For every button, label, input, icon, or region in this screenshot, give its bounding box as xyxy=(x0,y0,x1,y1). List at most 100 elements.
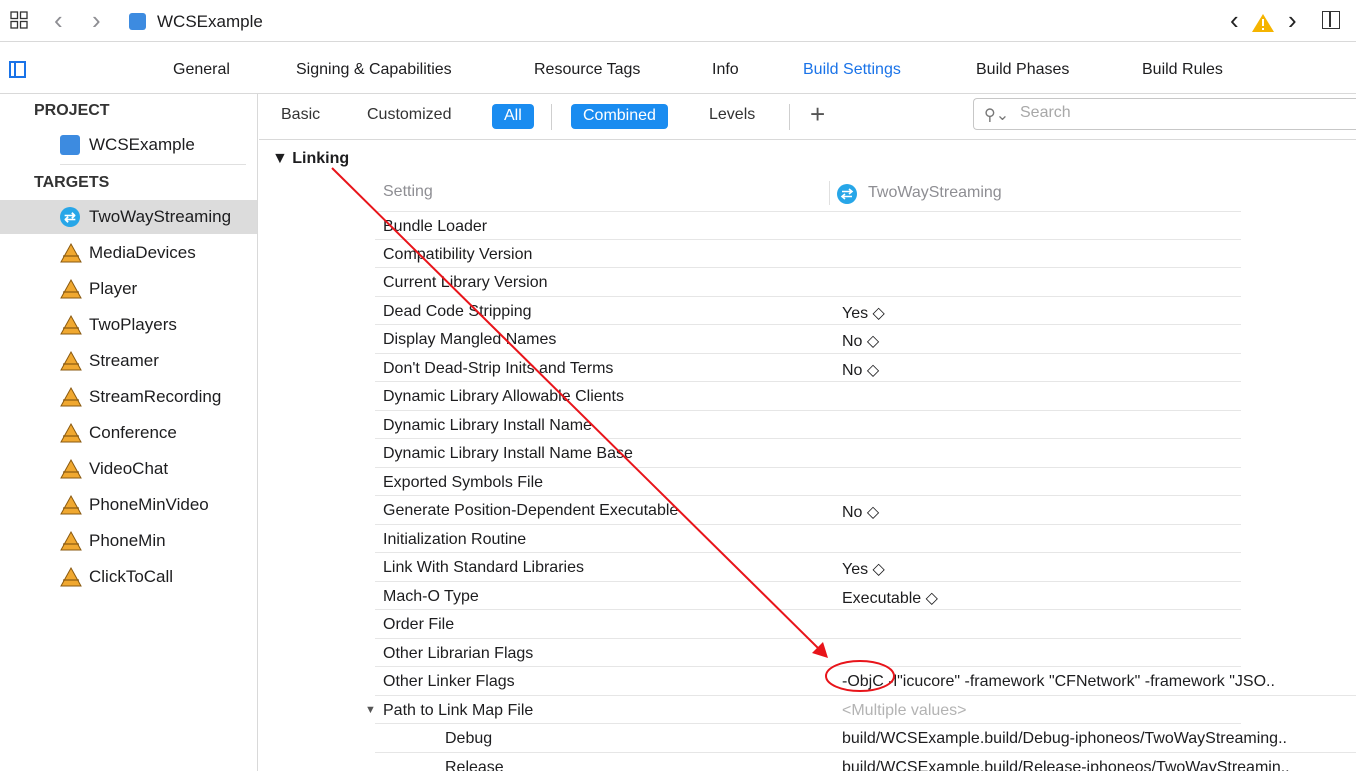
filter-customized-button[interactable]: Customized xyxy=(367,106,451,124)
setting-row[interactable]: Link With Standard Libraries Yes ◇ xyxy=(375,553,1241,582)
tab-build-phases[interactable]: Build Phases xyxy=(976,61,1069,79)
tab-build-settings[interactable]: Build Settings xyxy=(803,61,901,79)
target-item[interactable]: PhoneMinVideo xyxy=(0,488,257,522)
back-chevron-icon[interactable]: ‹ xyxy=(54,7,63,33)
setting-row[interactable]: Don't Dead-Strip Inits and Terms No ◇ xyxy=(375,354,1241,382)
app-target-icon xyxy=(60,495,82,515)
setting-name: Display Mangled Names xyxy=(383,331,557,348)
setting-value[interactable]: Executable ◇ xyxy=(842,588,938,608)
sidebar-toggle-icon[interactable] xyxy=(9,61,26,78)
project-file-icon xyxy=(129,13,146,30)
related-items-grid-icon[interactable] xyxy=(10,11,28,29)
setting-row[interactable]: Current Library Version xyxy=(375,268,1241,297)
setting-row[interactable]: Bundle Loader xyxy=(375,211,1241,240)
app-target-icon xyxy=(60,279,82,299)
setting-row[interactable]: ▼ Path to Link Map File <Multiple values> xyxy=(365,696,1241,724)
add-editor-icon[interactable] xyxy=(1322,11,1340,29)
filter-levels-button[interactable]: Levels xyxy=(709,106,755,124)
setting-row[interactable]: Initialization Routine xyxy=(375,525,1241,553)
setting-row[interactable]: Dead Code Stripping Yes ◇ xyxy=(375,297,1241,325)
editor-tab-bar: General Signing & Capabilities Resource … xyxy=(0,42,1356,94)
targets-section-header: TARGETS xyxy=(34,174,110,191)
two-way-target-icon xyxy=(837,184,857,204)
linking-section-header[interactable]: ▼ Linking xyxy=(272,150,349,168)
setting-row[interactable]: Dynamic Library Allowable Clients xyxy=(375,382,1241,411)
app-target-icon xyxy=(60,351,82,371)
app-target-icon xyxy=(60,567,82,587)
setting-subrow[interactable]: Debug build/WCSExample.build/Debug-iphone… xyxy=(375,724,1356,753)
target-item[interactable]: TwoWayStreaming xyxy=(0,200,257,234)
previous-issue-chevron-icon[interactable]: ‹ xyxy=(1230,7,1239,33)
tab-signing-capabilities[interactable]: Signing & Capabilities xyxy=(296,61,452,79)
app-target-icon xyxy=(60,459,82,479)
setting-value[interactable]: Yes ◇ xyxy=(842,303,885,323)
target-label: TwoPlayers xyxy=(89,315,177,334)
setting-row[interactable]: Order File xyxy=(375,610,1241,639)
setting-column-header: Setting xyxy=(383,183,433,200)
setting-name: Don't Dead-Strip Inits and Terms xyxy=(383,359,614,377)
setting-value[interactable]: No ◇ xyxy=(842,502,879,522)
search-icon: ⚲⌄ xyxy=(984,107,1010,124)
breadcrumb-project[interactable]: WCSExample xyxy=(157,12,263,32)
target-item[interactable]: MediaDevices xyxy=(0,236,257,270)
target-item[interactable]: Streamer xyxy=(0,344,257,378)
setting-value[interactable]: Yes ◇ xyxy=(842,559,885,579)
project-section-header: PROJECT xyxy=(34,102,110,119)
disclosure-triangle-icon[interactable]: ▼ xyxy=(365,704,376,716)
setting-row[interactable]: Dynamic Library Install Name xyxy=(375,411,1241,439)
forward-chevron-icon[interactable]: › xyxy=(92,7,101,33)
target-column-header: TwoWayStreaming xyxy=(868,184,1002,201)
setting-value[interactable]: build/WCSExample.build/Debug-iphoneos/Tw… xyxy=(842,730,1287,748)
target-item[interactable]: StreamRecording xyxy=(0,380,257,414)
setting-row[interactable]: Dynamic Library Install Name Base xyxy=(375,439,1241,468)
setting-name: Current Library Version xyxy=(383,274,548,291)
other-linker-flags-value[interactable]: -ObjC -l"icucore" -framework "CFNetwork"… xyxy=(842,673,1275,691)
filter-basic-button[interactable]: Basic xyxy=(281,106,320,124)
filter-combined-button[interactable]: Combined xyxy=(571,104,668,129)
setting-row[interactable]: Other Librarian Flags xyxy=(375,639,1241,667)
target-label: PhoneMinVideo xyxy=(89,495,209,514)
setting-name: Dynamic Library Install Name Base xyxy=(383,445,633,462)
target-label: TwoWayStreaming xyxy=(89,207,232,226)
tab-build-rules[interactable]: Build Rules xyxy=(1142,61,1223,79)
tab-info[interactable]: Info xyxy=(712,61,739,79)
target-item[interactable]: Conference xyxy=(0,416,257,450)
target-label: Player xyxy=(89,279,138,298)
add-setting-button[interactable]: + xyxy=(810,100,825,128)
setting-row[interactable]: Other Linker Flags -ObjC -l"icucore" -fra… xyxy=(375,667,1356,696)
target-item[interactable]: PhoneMin xyxy=(0,524,257,558)
setting-row[interactable]: Display Mangled Names No ◇ xyxy=(375,325,1241,354)
target-label: VideoChat xyxy=(89,459,169,478)
setting-row[interactable]: Generate Position-Dependent Executable No… xyxy=(375,496,1241,525)
target-label: ClickToCall xyxy=(89,567,174,586)
search-input[interactable] xyxy=(1020,104,1320,122)
warning-icon[interactable] xyxy=(1251,13,1275,33)
setting-name: Release xyxy=(445,758,504,771)
target-item[interactable]: Player xyxy=(0,272,257,306)
setting-name: Initialization Routine xyxy=(383,530,527,548)
target-item[interactable]: VideoChat xyxy=(0,452,257,486)
app-target-icon xyxy=(60,387,82,407)
setting-subrow[interactable]: Release build/WCSExample.build/Release-ip… xyxy=(375,753,1356,771)
tab-resource-tags[interactable]: Resource Tags xyxy=(534,61,640,79)
search-field[interactable]: ⚲⌄ xyxy=(973,98,1356,130)
project-item[interactable]: WCSExample xyxy=(0,128,257,162)
window-toolbar: ‹ › WCSExample ‹ › xyxy=(0,0,1356,42)
target-label: Streamer xyxy=(89,351,159,370)
setting-row[interactable]: Compatibility Version xyxy=(375,240,1241,268)
setting-name: Compatibility Version xyxy=(383,245,533,263)
project-navigator: PROJECT WCSExample TARGETS TwoWayStreami… xyxy=(0,94,258,771)
target-item[interactable]: ClickToCall xyxy=(0,560,257,594)
filter-all-button[interactable]: All xyxy=(492,104,534,129)
setting-value[interactable]: <Multiple values> xyxy=(842,702,967,720)
next-issue-chevron-icon[interactable]: › xyxy=(1288,7,1297,33)
target-item[interactable]: TwoPlayers xyxy=(0,308,257,342)
setting-value[interactable]: No ◇ xyxy=(842,331,879,351)
tab-general[interactable]: General xyxy=(173,61,230,79)
setting-row[interactable]: Mach-O Type Executable ◇ xyxy=(375,582,1241,610)
setting-row[interactable]: Exported Symbols File xyxy=(375,468,1241,496)
project-item-label: WCSExample xyxy=(89,135,195,154)
setting-value[interactable]: build/WCSExample.build/Release-iphoneos/… xyxy=(842,759,1290,771)
setting-name: Dead Code Stripping xyxy=(383,302,532,320)
setting-value[interactable]: No ◇ xyxy=(842,360,879,380)
